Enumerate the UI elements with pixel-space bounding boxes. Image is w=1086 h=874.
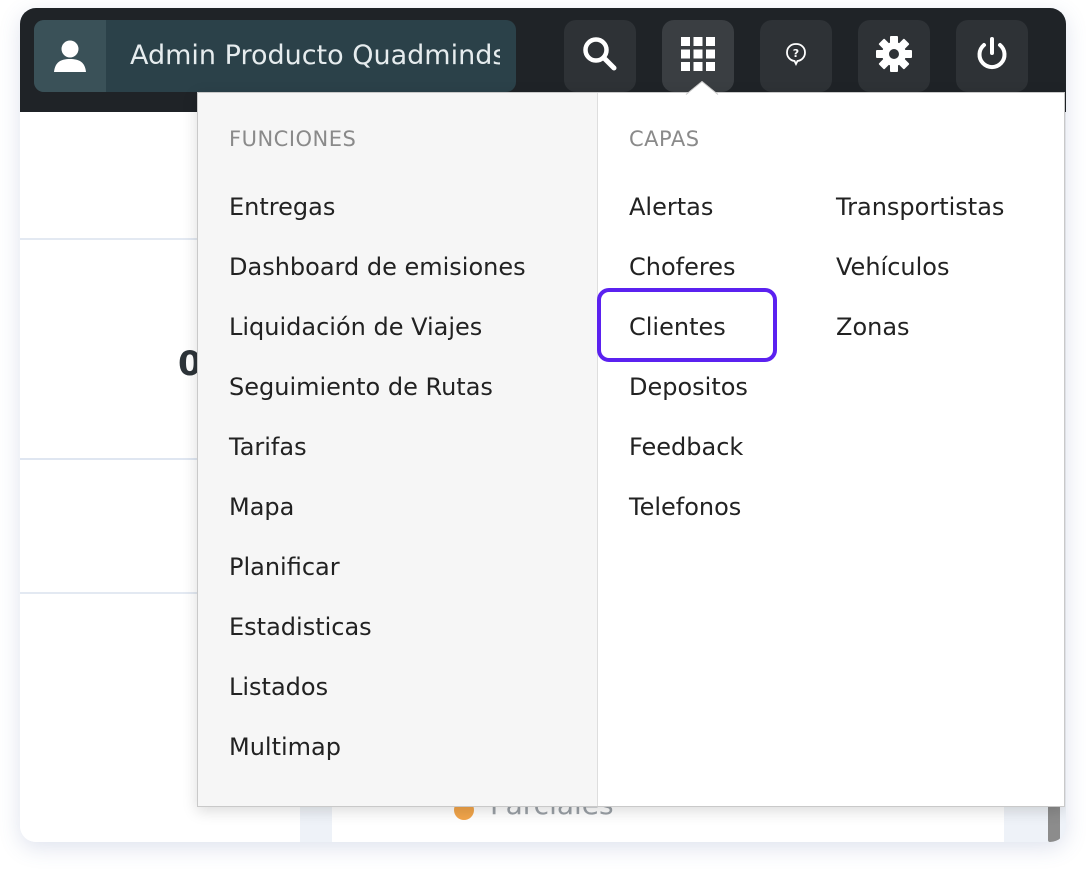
help-button[interactable]: ?: [760, 20, 832, 92]
user-name: Admin Producto Quadminds: [130, 40, 500, 71]
funciones-title: FUNCIONES: [229, 127, 357, 151]
menu-item-depositos[interactable]: Depositos: [629, 373, 748, 401]
gear-icon: [875, 35, 913, 77]
help-icon: ?: [784, 42, 808, 70]
logout-button[interactable]: [956, 20, 1028, 92]
settings-button[interactable]: [858, 20, 930, 92]
menu-item-multimap[interactable]: Multimap: [229, 733, 341, 761]
menu-item-zonas[interactable]: Zonas: [836, 313, 910, 341]
apps-grid-icon: [681, 37, 715, 75]
menu-item-entregas[interactable]: Entregas: [229, 193, 335, 221]
user-icon: [34, 20, 106, 92]
funciones-section: FUNCIONES Entregas Dashboard de emisione…: [198, 93, 598, 806]
menu-item-seguimiento-rutas[interactable]: Seguimiento de Rutas: [229, 373, 493, 401]
apps-dropdown-menu: FUNCIONES Entregas Dashboard de emisione…: [197, 81, 1065, 807]
menu-item-tarifas[interactable]: Tarifas: [229, 433, 307, 461]
menu-item-telefonos[interactable]: Telefonos: [629, 493, 741, 521]
menu-item-choferes[interactable]: Choferes: [629, 253, 735, 281]
svg-text:?: ?: [793, 47, 799, 60]
menu-item-liquidacion-viajes[interactable]: Liquidación de Viajes: [229, 313, 482, 341]
power-icon: [974, 36, 1010, 76]
menu-item-transportistas[interactable]: Transportistas: [836, 193, 1004, 221]
menu-item-mapa[interactable]: Mapa: [229, 493, 294, 521]
capas-title: CAPAS: [629, 127, 700, 151]
app-window: 0 Parciales Admin Producto Quadminds: [20, 8, 1066, 842]
menu-item-feedback[interactable]: Feedback: [629, 433, 743, 461]
menu-item-vehiculos[interactable]: Vehículos: [836, 253, 949, 281]
user-menu[interactable]: Admin Producto Quadminds: [34, 20, 516, 92]
menu-item-dashboard-emisiones[interactable]: Dashboard de emisiones: [229, 253, 526, 281]
menu-item-planificar[interactable]: Planificar: [229, 553, 340, 581]
menu-item-alertas[interactable]: Alertas: [629, 193, 713, 221]
menu-item-estadisticas[interactable]: Estadisticas: [229, 613, 372, 641]
menu-item-listados[interactable]: Listados: [229, 673, 328, 701]
menu-item-clientes[interactable]: Clientes: [629, 313, 726, 341]
search-icon: [581, 35, 619, 77]
search-button[interactable]: [564, 20, 636, 92]
